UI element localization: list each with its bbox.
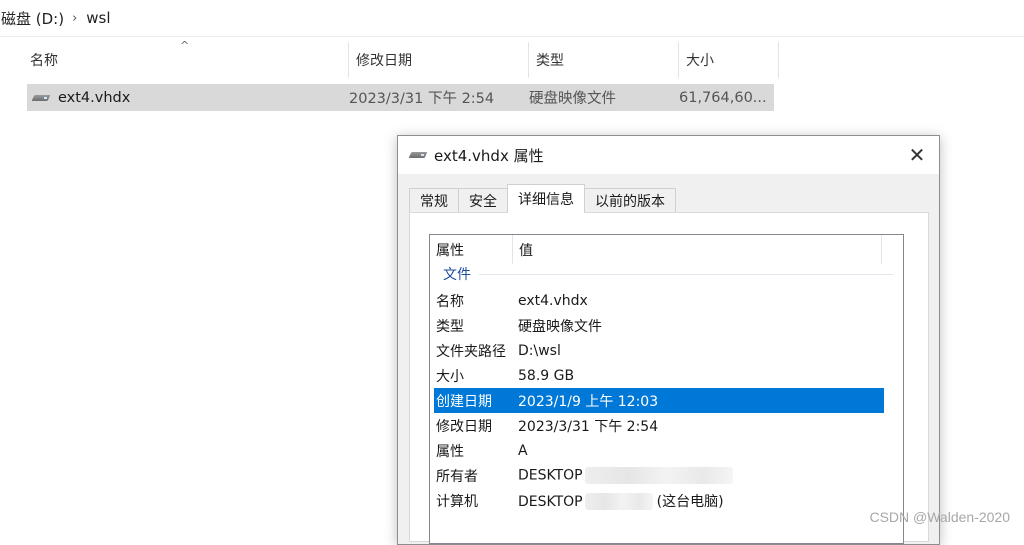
breadcrumb-folder[interactable]: wsl bbox=[86, 9, 110, 27]
file-modified: 2023/3/31 下午 2:54 bbox=[349, 91, 495, 107]
file-name: ext4.vhdx bbox=[58, 89, 131, 106]
column-header-property[interactable]: 属性 bbox=[430, 235, 513, 264]
breadcrumb: 磁盘 (D:) › wsl bbox=[0, 0, 1024, 37]
properties-dialog: ext4.vhdx 属性 ✕ 常规 安全 详细信息 以前的版本 属性 值 文件 … bbox=[397, 135, 940, 545]
breadcrumb-drive[interactable]: 磁盘 (D:) bbox=[1, 8, 64, 29]
tab-details[interactable]: 详细信息 bbox=[507, 184, 585, 213]
group-label-file: 文件 bbox=[443, 267, 471, 283]
tab-security[interactable]: 安全 bbox=[458, 188, 508, 213]
property-row-name[interactable]: 名称 ext4.vhdx bbox=[434, 288, 884, 313]
property-row-owner[interactable]: 所有者 DESKTOP bbox=[434, 463, 884, 488]
details-property-list[interactable]: 属性 值 文件 名称 ext4.vhdx 类型 硬盘映像文件 文件夹路径 D:\… bbox=[429, 234, 904, 544]
file-size: 61,764,60... bbox=[679, 89, 767, 106]
redacted-blur bbox=[584, 493, 653, 510]
property-row-attributes[interactable]: 属性 A bbox=[434, 438, 884, 463]
redacted-blur bbox=[584, 467, 733, 484]
details-list-header: 属性 值 bbox=[430, 235, 903, 264]
column-header-type[interactable]: 类型 bbox=[529, 42, 679, 78]
file-list-header: 名称 ^ 修改日期 类型 大小 bbox=[23, 39, 779, 78]
property-row-size[interactable]: 大小 58.9 GB bbox=[434, 363, 884, 388]
sort-ascending-icon: ^ bbox=[180, 39, 190, 52]
property-row-type[interactable]: 类型 硬盘映像文件 bbox=[434, 313, 884, 338]
property-row-modified[interactable]: 修改日期 2023/3/31 下午 2:54 bbox=[434, 413, 884, 438]
tab-previous-versions[interactable]: 以前的版本 bbox=[584, 188, 676, 213]
dialog-titlebar[interactable]: ext4.vhdx 属性 ✕ bbox=[398, 136, 939, 174]
disk-image-icon bbox=[33, 94, 49, 102]
dialog-title: ext4.vhdx 属性 bbox=[434, 146, 544, 165]
close-button[interactable]: ✕ bbox=[903, 142, 931, 168]
column-header-modified[interactable]: 修改日期 bbox=[349, 42, 529, 78]
group-divider bbox=[479, 274, 893, 275]
tab-general[interactable]: 常规 bbox=[409, 188, 459, 213]
disk-image-icon bbox=[410, 151, 426, 159]
file-row-ext4[interactable]: ext4.vhdx 2023/3/31 下午 2:54 硬盘映像文件 61,76… bbox=[27, 84, 774, 111]
property-row-computer[interactable]: 计算机 DESKTOP (这台电脑) bbox=[434, 488, 884, 513]
details-rows: 名称 ext4.vhdx 类型 硬盘映像文件 文件夹路径 D:\wsl 大小 5… bbox=[434, 288, 884, 513]
file-type: 硬盘映像文件 bbox=[529, 91, 616, 107]
column-header-name[interactable]: 名称 ^ bbox=[23, 39, 349, 78]
property-row-created[interactable]: 创建日期 2023/1/9 上午 12:03 bbox=[434, 388, 884, 413]
column-header-size[interactable]: 大小 bbox=[679, 42, 779, 78]
dialog-tabs: 常规 安全 详细信息 以前的版本 bbox=[409, 184, 676, 213]
chevron-right-icon[interactable]: › bbox=[72, 11, 77, 26]
watermark: CSDN @Walden-2020 bbox=[869, 509, 1010, 525]
column-header-value[interactable]: 值 bbox=[513, 235, 882, 264]
property-row-folder-path[interactable]: 文件夹路径 D:\wsl bbox=[434, 338, 884, 363]
